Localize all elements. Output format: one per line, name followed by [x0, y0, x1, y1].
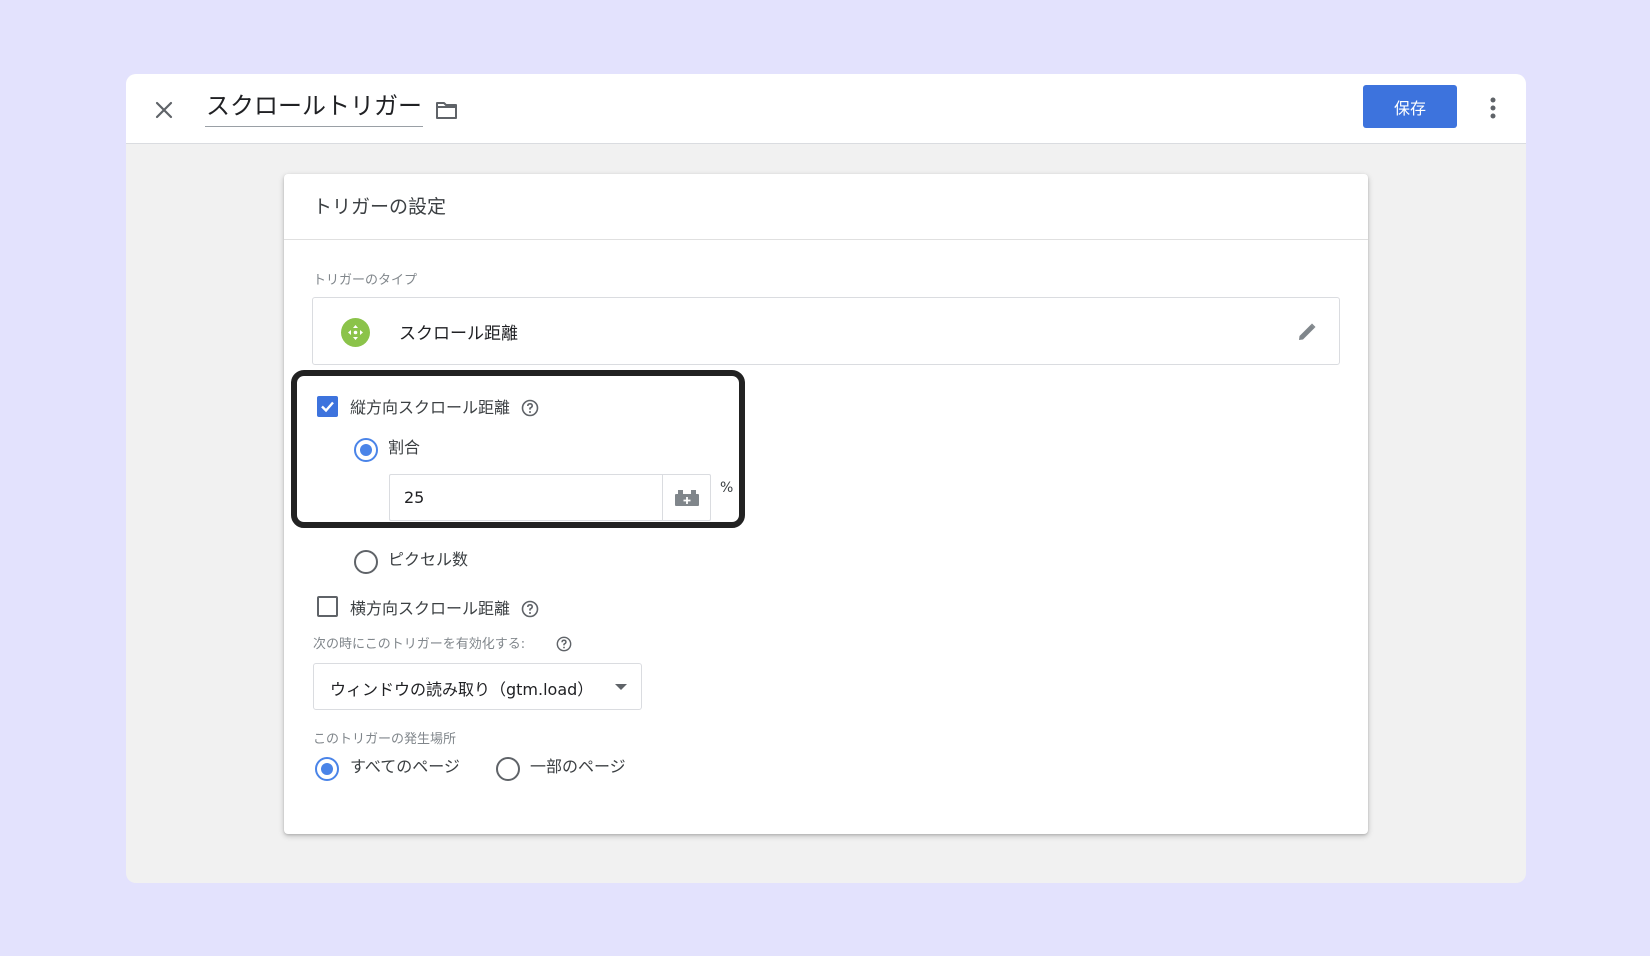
vertical-scroll-label: 縦方向スクロール距離	[350, 398, 511, 417]
horizontal-scroll-label: 横方向スクロール距離	[350, 599, 511, 618]
card-header: トリガーの設定	[284, 174, 1368, 240]
pencil-icon	[1299, 323, 1316, 340]
some-pages-label: 一部のページ	[530, 757, 626, 776]
enable-when-selected: ウィンドウの読み取り（gtm.load）	[330, 680, 594, 699]
trigger-name-field[interactable]: スクロールトリガー	[205, 89, 423, 127]
some-pages-radio[interactable]	[496, 757, 520, 781]
variable-block-icon	[674, 489, 699, 506]
enable-when-label: 次の時にこのトリガーを有効化する:	[313, 637, 526, 652]
close-button[interactable]	[148, 94, 180, 126]
percent-radio[interactable]	[354, 438, 378, 462]
percent-value-input[interactable]	[389, 474, 662, 521]
all-pages-label: すべてのページ	[350, 757, 460, 776]
scroll-icon	[341, 318, 370, 347]
check-icon	[321, 401, 334, 413]
trigger-type-name: スクロール距離	[399, 324, 518, 344]
close-icon	[155, 101, 173, 119]
save-button[interactable]: 保存	[1363, 85, 1457, 128]
top-bar: スクロールトリガー 保存	[126, 74, 1526, 144]
dropdown-arrow-icon	[615, 684, 627, 690]
pixels-radio[interactable]	[354, 550, 378, 574]
horizontal-help-icon[interactable]	[521, 600, 539, 618]
percent-unit: %	[720, 480, 734, 496]
insert-variable-button[interactable]	[662, 474, 711, 521]
more-vert-icon	[1490, 97, 1496, 119]
vertical-help-icon[interactable]	[521, 399, 539, 417]
edit-trigger-type-button[interactable]	[1293, 318, 1321, 346]
all-pages-radio[interactable]	[315, 757, 339, 781]
trigger-type-selector[interactable]: スクロール距離	[312, 297, 1340, 365]
folder-button[interactable]	[432, 95, 462, 125]
fires-on-label: このトリガーの発生場所	[313, 732, 457, 747]
enable-when-help-icon[interactable]	[555, 635, 573, 653]
percent-label: 割合	[388, 438, 421, 457]
more-options-button[interactable]	[1478, 92, 1508, 124]
folder-icon	[436, 102, 457, 119]
trigger-type-label: トリガーのタイプ	[313, 273, 418, 288]
card-title: トリガーの設定	[313, 196, 447, 218]
pixels-label: ピクセル数	[388, 550, 469, 569]
trigger-editor-window: スクロールトリガー 保存 トリガーの設定 トリガーのタイプ スクロール距離 縦方…	[126, 74, 1526, 883]
horizontal-scroll-checkbox[interactable]	[317, 596, 338, 617]
enable-when-dropdown[interactable]: ウィンドウの読み取り（gtm.load）	[313, 663, 642, 710]
trigger-configuration-card: トリガーの設定 トリガーのタイプ スクロール距離 縦方向スクロール距離 割合 2…	[284, 174, 1368, 834]
vertical-scroll-checkbox[interactable]	[317, 396, 338, 417]
